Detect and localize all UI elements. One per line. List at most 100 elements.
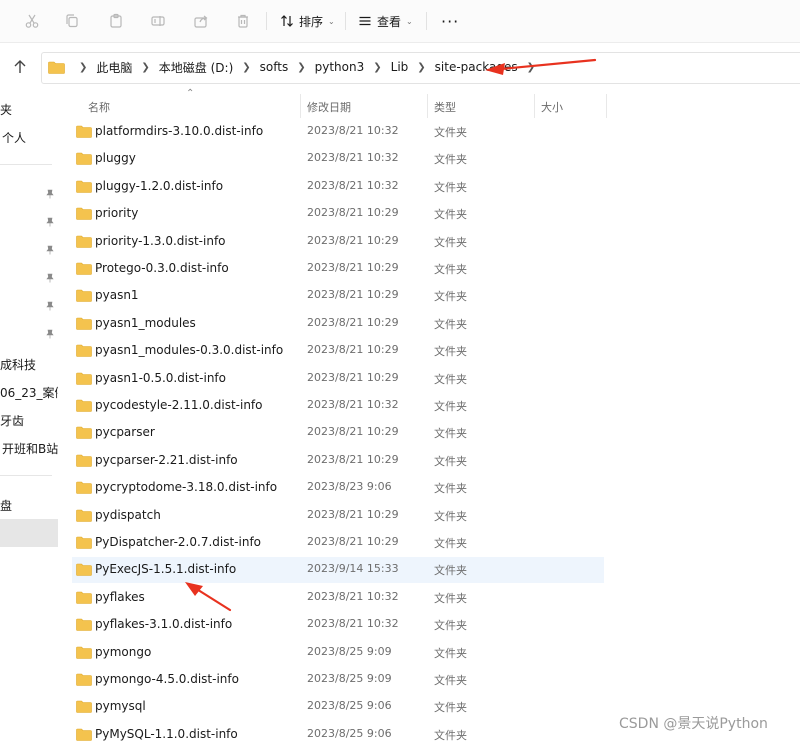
file-row[interactable]: PyMySQL-1.1.0.dist-info 2023/8/25 9:06 文件夹	[72, 722, 604, 748]
nav-item-teeth[interactable]: 牙齿	[0, 412, 24, 429]
red-arrow-annotation-icon	[185, 582, 232, 612]
file-row[interactable]: pyasn1_modules-0.3.0.dist-info 2023/8/21 …	[72, 338, 604, 364]
copy-icon[interactable]	[62, 10, 82, 32]
file-date: 2023/8/21 10:32	[307, 151, 399, 165]
file-row[interactable]: pymongo 2023/8/25 9:09 文件夹	[72, 640, 604, 666]
file-type: 文件夹	[434, 427, 467, 441]
file-name: PyMySQL-1.1.0.dist-info	[95, 726, 238, 741]
column-size-header[interactable]: 大小	[541, 99, 563, 115]
file-row[interactable]: pymongo-4.5.0.dist-info 2023/8/25 9:09 文件夹	[72, 667, 604, 693]
folder-icon	[76, 591, 92, 604]
toolbar-divider	[426, 12, 427, 30]
folder-icon	[76, 564, 92, 577]
file-name: pyasn1-0.5.0.dist-info	[95, 370, 226, 385]
nav-item-disk[interactable]: 盘	[0, 497, 12, 514]
file-date: 2023/8/21 10:29	[307, 452, 399, 466]
folder-icon	[76, 536, 92, 549]
file-name: pyasn1_modules-0.3.0.dist-info	[95, 343, 284, 358]
breadcrumb-this-pc[interactable]: 此电脑	[96, 59, 132, 76]
folder-icon	[76, 728, 92, 741]
file-date: 2023/8/21 10:29	[307, 370, 399, 384]
watermark: CSDN @景天说Python	[619, 716, 768, 732]
toolbar-divider	[345, 12, 346, 30]
file-type: 文件夹	[434, 674, 467, 687]
file-row[interactable]: pyflakes-3.1.0.dist-info 2023/8/21 10:32 文…	[72, 612, 604, 638]
up-arrow-icon[interactable]	[10, 57, 30, 77]
folder-icon	[76, 235, 92, 248]
file-name: pymysql	[95, 699, 146, 714]
column-divider[interactable]	[300, 94, 301, 118]
file-row[interactable]: priority 2023/8/21 10:29 文件夹	[72, 201, 604, 227]
file-row[interactable]: platformdirs-3.10.0.dist-info 2023/8/21 1…	[72, 119, 604, 145]
column-divider[interactable]	[534, 94, 535, 118]
file-name: pydispatch	[95, 507, 161, 522]
column-date-header[interactable]: 修改日期	[307, 99, 351, 115]
rename-icon[interactable]	[148, 10, 168, 32]
file-name: pyasn1_modules	[95, 315, 196, 330]
paste-icon[interactable]	[106, 10, 126, 32]
file-date: 2023/8/21 10:32	[307, 124, 399, 137]
chevron-right-icon: ❯	[79, 61, 88, 73]
file-date: 2023/8/21 10:29	[307, 425, 399, 439]
file-type: 文件夹	[434, 454, 467, 468]
sort-icon	[281, 15, 293, 27]
file-name: pycryptodome-3.18.0.dist-info	[95, 480, 278, 495]
breadcrumb-lib[interactable]: Lib	[391, 60, 409, 74]
file-row[interactable]: pycodestyle-2.11.0.dist-info 2023/8/21 10…	[72, 393, 604, 419]
nav-item-personal[interactable]: 个人	[2, 129, 26, 146]
file-name: pluggy-1.2.0.dist-info	[95, 178, 224, 193]
delete-icon[interactable]	[233, 10, 253, 32]
file-type: 文件夹	[434, 208, 467, 222]
file-row[interactable]: PyExecJS-1.5.1.dist-info 2023/9/14 15:33 文…	[72, 557, 604, 584]
file-row[interactable]: pyflakes 2023/8/21 10:32 文件夹	[72, 585, 604, 611]
file-row[interactable]: pyasn1 2023/8/21 10:29 文件夹	[72, 283, 604, 309]
cut-icon[interactable]	[22, 10, 42, 32]
column-divider[interactable]	[606, 94, 607, 118]
file-row[interactable]: pycparser 2023/8/21 10:29 文件夹	[72, 420, 604, 446]
file-date: 2023/8/21 10:29	[307, 315, 399, 329]
file-date: 2023/8/21 10:29	[307, 343, 399, 357]
file-row[interactable]: pydispatch 2023/8/21 10:29 文件夹	[72, 503, 604, 529]
file-name: pyflakes	[95, 589, 145, 604]
file-row[interactable]: priority-1.3.0.dist-info 2023/8/21 10:29 文…	[72, 229, 604, 255]
folder-icon	[76, 372, 92, 385]
folder-icon	[76, 317, 92, 330]
breadcrumb-local-disk[interactable]: 本地磁盘 (D:)	[159, 59, 233, 76]
file-row[interactable]: PyDispatcher-2.0.7.dist-info 2023/8/21 10…	[72, 530, 604, 556]
file-type: 文件夹	[434, 153, 467, 167]
nav-item-case-folder[interactable]: 06_23_案例	[0, 384, 58, 401]
nav-item-folder[interactable]: 夹	[0, 101, 12, 118]
column-divider[interactable]	[427, 94, 428, 118]
file-row[interactable]: pluggy-1.2.0.dist-info 2023/8/21 10:32 文件夹	[72, 174, 604, 200]
nav-item-company[interactable]: 成科技	[0, 356, 36, 373]
file-row[interactable]: pymysql 2023/8/25 9:06 文件夹	[72, 694, 604, 720]
folder-icon	[76, 701, 92, 714]
folder-icon	[76, 153, 92, 166]
view-button[interactable]: 查看 ⌄	[358, 11, 413, 31]
file-type: 文件夹	[434, 537, 467, 550]
file-row[interactable]: pyasn1-0.5.0.dist-info 2023/8/21 10:29 文件夹	[72, 366, 604, 392]
file-row[interactable]: Protego-0.3.0.dist-info 2023/8/21 10:29 文件…	[72, 256, 604, 282]
file-name: Protego-0.3.0.dist-info	[95, 261, 229, 275]
file-row[interactable]: pluggy 2023/8/21 10:32 文件夹	[72, 146, 604, 172]
breadcrumb-python3[interactable]: python3	[315, 60, 365, 74]
folder-icon	[76, 427, 92, 440]
column-type-header[interactable]: 类型	[434, 99, 456, 115]
file-type: 文件夹	[434, 126, 467, 139]
file-row[interactable]: pyasn1_modules 2023/8/21 10:29 文件夹	[72, 311, 604, 337]
file-name: pycparser-2.21.dist-info	[95, 452, 238, 467]
column-name-header[interactable]: 名称	[88, 99, 110, 115]
pin-icon	[45, 188, 55, 199]
nav-divider	[0, 164, 52, 165]
file-type: 文件夹	[434, 509, 467, 523]
chevron-right-icon: ❯	[297, 61, 306, 73]
more-options-icon[interactable]: ···	[441, 11, 459, 31]
nav-divider	[0, 475, 52, 476]
sort-button[interactable]: 排序 ⌄	[280, 11, 335, 31]
file-date: 2023/8/21 10:29	[307, 233, 399, 247]
file-row[interactable]: pycparser-2.21.dist-info 2023/8/21 10:29 文…	[72, 448, 604, 474]
nav-item-class-bilibili[interactable]: 开班和B站	[2, 440, 58, 457]
share-icon[interactable]	[191, 10, 211, 32]
file-row[interactable]: pycryptodome-3.18.0.dist-info 2023/8/23 9…	[72, 475, 604, 501]
breadcrumb-softs[interactable]: softs	[260, 60, 289, 74]
